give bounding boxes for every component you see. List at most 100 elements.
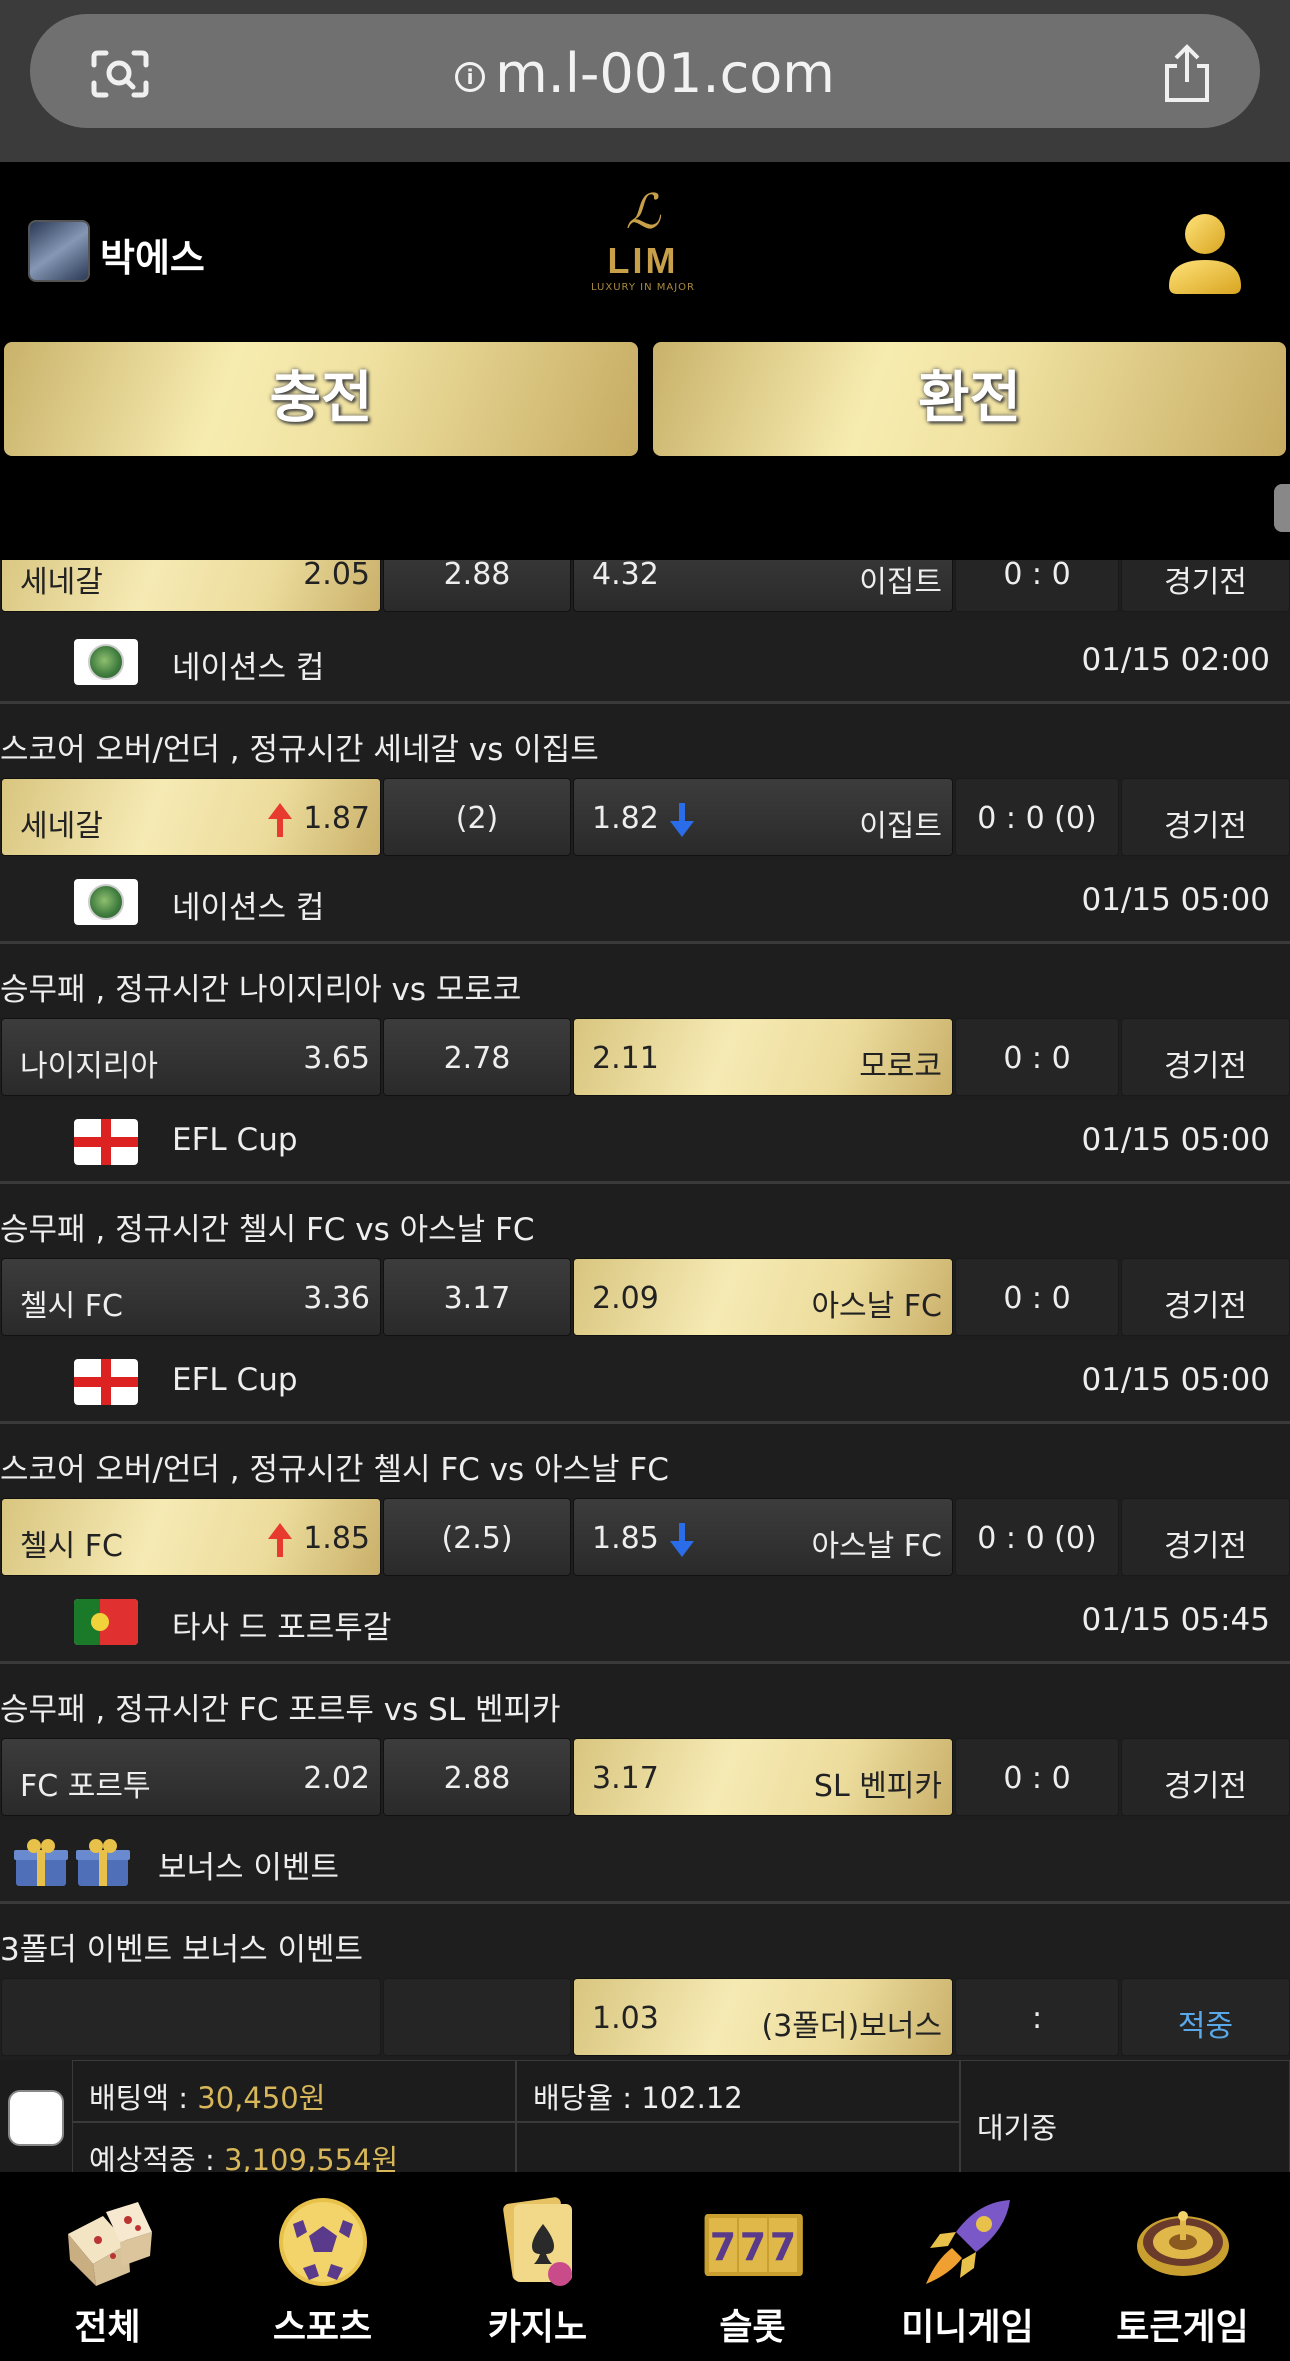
odds-row: FC 포르투 2.02 2.88 3.17 SL 벤피카 0 : 0 경기전: [0, 1738, 1290, 1816]
home-odds-button[interactable]: 첼시 FC 1.85: [1, 1498, 381, 1576]
url-text[interactable]: i m.l-001.com: [30, 42, 1260, 105]
bottom-nav: 전체 스포츠 카지노 7 7 7 슬롯 미니게임 토큰게임: [0, 2172, 1290, 2361]
draw-odds-button[interactable]: 3.17: [383, 1258, 571, 1336]
bonus-odds-button[interactable]: 1.03 (3폴더)보너스: [573, 1978, 953, 2056]
nav-all[interactable]: 전체: [0, 2172, 215, 2361]
side-drawer-handle[interactable]: [1274, 484, 1290, 532]
draw-odds-button[interactable]: 2.88: [383, 560, 571, 612]
site-logo[interactable]: ℒ LIM LUXURY IN MAJOR: [568, 184, 718, 314]
line-cell[interactable]: (2.5): [383, 1498, 571, 1576]
odds-row: 첼시 FC 3.36 3.17 2.09 아스날 FC 0 : 0 경기전: [0, 1258, 1290, 1336]
england-flag-icon: [74, 1359, 138, 1405]
nav-slot[interactable]: 7 7 7 슬롯: [645, 2172, 860, 2361]
league-name: EFL Cup: [172, 1362, 298, 1398]
share-icon[interactable]: [1159, 44, 1215, 104]
league-name: 보너스 이벤트: [158, 1850, 339, 1886]
bet-list: 세네갈 2.05 2.88 4.32 이집트 0 : 0 경기전 네이션스 컵 01…: [0, 560, 1290, 2184]
england-flag-icon: [74, 1119, 138, 1165]
nav-casino[interactable]: 카지노: [430, 2172, 645, 2361]
draw-odds-button[interactable]: 2.78: [383, 1018, 571, 1096]
odds-row: 세네갈 2.05 2.88 4.32 이집트 0 : 0 경기전: [0, 560, 1290, 612]
nav-label: 카지노: [487, 2307, 588, 2348]
status-cell: 경기전: [1121, 1498, 1290, 1576]
odds-up-arrow-icon: [268, 802, 293, 837]
market-title: 3폴더 이벤트 보너스 이벤트: [0, 1932, 364, 1968]
nav-label: 스포츠: [272, 2307, 373, 2348]
status-cell: 적중: [1121, 1978, 1290, 2056]
charge-button[interactable]: 충전: [4, 342, 638, 456]
market-title: 스코어 오버/언더 , 정규시간 세네갈 vs 이집트: [0, 732, 599, 768]
league-header: EFL Cup 01/15 05:00: [0, 1100, 1290, 1184]
info-icon[interactable]: i: [455, 62, 486, 93]
select-checkbox[interactable]: [8, 2090, 64, 2146]
africa-cup-flag-icon: [74, 639, 138, 685]
away-odds-button[interactable]: 1.85 아스날 FC: [573, 1498, 953, 1576]
league-header: 타사 드 포르투갈 01/15 05:45: [0, 1580, 1290, 1664]
nav-minigame[interactable]: 미니게임: [860, 2172, 1075, 2361]
dice-icon: [67, 2202, 152, 2286]
score-cell: 0 : 0: [955, 1258, 1119, 1336]
user-profile-icon[interactable]: [1165, 210, 1245, 298]
home-odds-button[interactable]: 첼시 FC 3.36: [1, 1258, 381, 1336]
bet-amount-value: 30,450원: [197, 2081, 326, 2115]
away-odds-button[interactable]: 1.82 이집트: [573, 778, 953, 856]
score-cell: 0 : 0: [955, 1018, 1119, 1096]
odds-rate-box: 배당율 : 102.12: [516, 2060, 960, 2122]
league-header: EFL Cup 01/15 05:00: [0, 1340, 1290, 1424]
match-time: 01/15 05:45: [1081, 1602, 1270, 1638]
league-header: 보너스 이벤트: [0, 1820, 1290, 1904]
logo-text: LIM: [607, 240, 679, 281]
home-odds-button[interactable]: 나이지리아 3.65: [1, 1018, 381, 1096]
home-odds-button[interactable]: 세네갈 1.87: [1, 778, 381, 856]
line-cell[interactable]: (2): [383, 778, 571, 856]
url-value: m.l-001.com: [495, 42, 835, 105]
odds-down-arrow-icon: [669, 802, 694, 837]
username[interactable]: 박에스: [100, 227, 205, 282]
away-odds-button[interactable]: 4.32 이집트: [573, 560, 953, 612]
market-title: 승무패 , 정규시간 나이지리아 vs 모로코: [0, 972, 522, 1008]
away-odds-button[interactable]: 3.17 SL 벤피카: [573, 1738, 953, 1816]
roulette-icon: [1136, 2211, 1229, 2276]
league-name: 타사 드 포르투갈: [172, 1610, 392, 1646]
rocket-icon: [925, 2200, 1010, 2284]
league-header: 네이션스 컵 01/15 05:00: [0, 860, 1290, 944]
match-time: 01/15 05:00: [1081, 1362, 1270, 1398]
gift-boxes-icon: [14, 1839, 130, 1886]
market-title: 스코어 오버/언더 , 정규시간 첼시 FC vs 아스날 FC: [0, 1452, 669, 1488]
home-odds-button[interactable]: 세네갈 2.05: [1, 560, 381, 612]
empty-cell: [383, 1978, 571, 2056]
soccer-ball-icon: [278, 2198, 367, 2286]
bet-amount-label: 배팅액 :: [89, 2081, 198, 2115]
away-odds-button[interactable]: 2.09 아스날 FC: [573, 1258, 953, 1336]
status-cell: 경기전: [1121, 1258, 1290, 1336]
address-bar[interactable]: i m.l-001.com: [30, 14, 1260, 128]
league-name: EFL Cup: [172, 1122, 298, 1158]
odds-down-arrow-icon: [669, 1522, 694, 1557]
logo-subtext: LUXURY IN MAJOR: [590, 282, 695, 293]
logo-mark-icon: ℒ: [625, 184, 661, 240]
draw-odds-button[interactable]: 2.88: [383, 1738, 571, 1816]
score-cell: 0 : 0: [955, 560, 1119, 612]
status-cell: 경기전: [1121, 1738, 1290, 1816]
odds-row: 나이지리아 3.65 2.78 2.11 모로코 0 : 0 경기전: [0, 1018, 1290, 1096]
portugal-flag-icon: [74, 1599, 138, 1645]
market-title: 승무패 , 정규시간 첼시 FC vs 아스날 FC: [0, 1212, 535, 1248]
odds-rate: 배당율 : 102.12: [533, 2081, 743, 2115]
bet-amount-box: 배팅액 : 30,450원: [72, 2060, 516, 2122]
match-time: 01/15 05:00: [1081, 882, 1270, 918]
score-cell: 0 : 0 (0): [955, 778, 1119, 856]
svg-text:7: 7: [739, 2225, 765, 2269]
status-box: 대기중: [960, 2060, 1290, 2184]
rank-badge-icon: [28, 220, 90, 282]
home-odds-button[interactable]: FC 포르투 2.02: [1, 1738, 381, 1816]
empty-cell: [1, 1978, 381, 2056]
cards-icon: [502, 2197, 572, 2286]
odds-row: 1.03 (3폴더)보너스 : 적중: [0, 1978, 1290, 2056]
exchange-button[interactable]: 환전: [653, 342, 1286, 456]
away-odds-button[interactable]: 2.11 모로코: [573, 1018, 953, 1096]
nav-sports[interactable]: 스포츠: [215, 2172, 430, 2361]
nav-token-game[interactable]: 토큰게임: [1075, 2172, 1290, 2361]
match-time: 01/15 02:00: [1081, 642, 1270, 678]
odds-row: 세네갈 1.87 (2) 1.82 이집트 0 : 0 (0) 경기전: [0, 778, 1290, 856]
slot-777-icon: 7 7 7: [704, 2214, 803, 2276]
